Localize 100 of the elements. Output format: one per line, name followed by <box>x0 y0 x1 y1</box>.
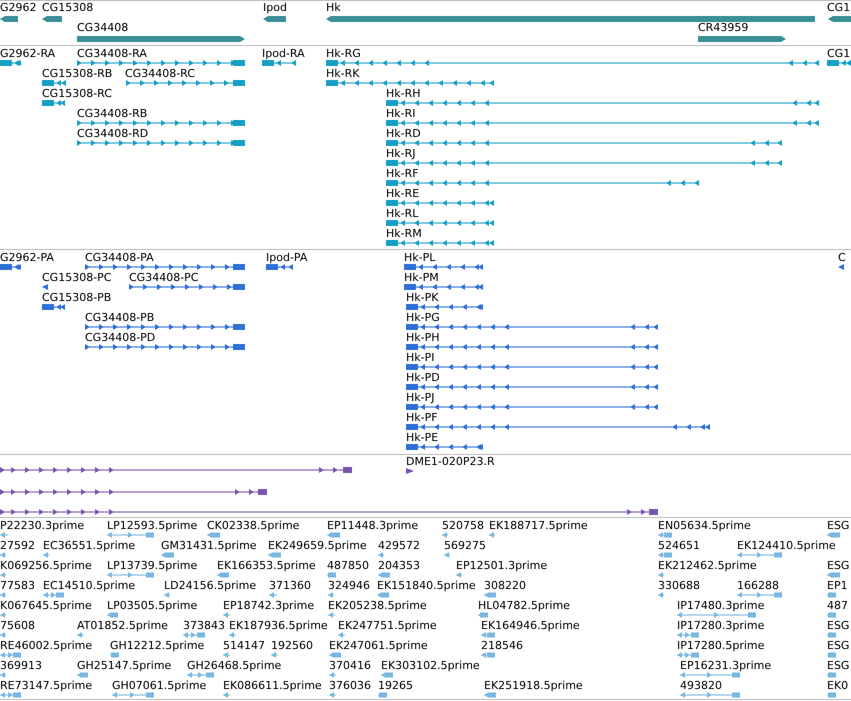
feature-label: CG34408-PD <box>85 331 156 344</box>
est-glyph <box>484 692 496 698</box>
feature-label: Ipod <box>263 1 287 14</box>
est-glyph <box>827 632 836 638</box>
feature-label: CG34408-RA <box>77 47 147 60</box>
feature-label: CG34408-RB <box>77 107 148 120</box>
feature-label: 75608 <box>0 619 35 632</box>
est-glyph <box>329 652 341 658</box>
est-glyph <box>207 532 220 538</box>
feature-label: 493820 <box>680 679 722 692</box>
est-glyph <box>489 532 495 538</box>
est-glyph <box>827 572 840 578</box>
est-glyph <box>478 612 488 618</box>
est-glyph <box>107 572 154 578</box>
est-glyph <box>680 692 740 698</box>
est-glyph <box>107 612 118 618</box>
feature-label: Hk-PM <box>404 271 439 284</box>
feature-label: Hk-PL <box>404 251 436 264</box>
feature-label: Hk-RJ <box>386 147 416 160</box>
est-glyph <box>827 592 836 598</box>
est-glyph <box>328 612 335 618</box>
est-glyph <box>77 672 88 678</box>
feature-label: 330688 <box>658 579 700 592</box>
feature-label: 308220 <box>484 579 526 592</box>
feature-label: 520758 <box>442 519 484 532</box>
feature-label: EK187936.5prime <box>229 619 328 632</box>
est-glyph <box>327 572 336 578</box>
feature-label: 218546 <box>481 639 523 652</box>
feature-label: EK205238.5prime <box>328 599 427 612</box>
feature-label: RE46002.5prime <box>0 639 92 652</box>
feature-label: P22230.3prime <box>0 519 84 532</box>
feature-label: ESG <box>827 559 850 572</box>
est-glyph <box>381 672 393 678</box>
est-glyph <box>378 692 387 698</box>
est-glyph <box>338 632 345 638</box>
feature-label: Hk-PD <box>406 371 440 384</box>
est-glyph <box>658 552 672 558</box>
est-glyph <box>481 652 495 658</box>
est-glyph <box>827 532 840 538</box>
est-glyph <box>658 532 672 538</box>
feature-label: GH26468.5prime <box>187 659 282 672</box>
feature-label: EP16231.3prime <box>680 659 772 672</box>
est-glyph <box>0 632 6 638</box>
est-glyph <box>444 552 450 558</box>
est-glyph <box>112 692 154 698</box>
feature-label: 487850 <box>327 559 369 572</box>
feature-label: EK166353.5prime <box>217 559 316 572</box>
feature-label: 514147 <box>223 639 265 652</box>
est-glyph <box>827 652 836 658</box>
feature-label: Ipod-PA <box>266 251 308 264</box>
feature-label: RE73147.5prime <box>0 679 92 692</box>
est-glyph <box>269 592 277 598</box>
est-glyph <box>680 672 740 678</box>
est-glyph <box>442 532 448 538</box>
feature-label: EP1 <box>827 579 848 592</box>
feature-label: 77583 <box>0 579 35 592</box>
est-glyph <box>164 592 170 598</box>
feature-label: CR43959 <box>698 21 748 34</box>
est-glyph <box>43 552 49 558</box>
feature-label: K069256.5prime <box>0 559 92 572</box>
est-glyph <box>737 592 782 598</box>
feature-label: 369913 <box>0 659 42 672</box>
feature-label: EK0 <box>827 679 848 692</box>
feature-label: 19265 <box>378 679 413 692</box>
feature-label: 569275 <box>444 539 486 552</box>
est-glyph <box>827 612 836 618</box>
feature-label: C <box>838 251 846 264</box>
est-glyph <box>329 692 336 698</box>
feature-label: CG15308 <box>42 1 94 14</box>
est-glyph <box>43 592 64 598</box>
feature-label: HL04782.5prime <box>478 599 570 612</box>
feature-label: Hk-PE <box>406 431 438 444</box>
est-glyph <box>271 652 278 658</box>
feature-label: EK188717.5prime <box>489 519 588 532</box>
est-glyph <box>658 592 664 598</box>
feature-label: 370416 <box>329 659 371 672</box>
feature-label: CK02338.5prime <box>207 519 300 532</box>
feature-label: EK164946.5prime <box>481 619 580 632</box>
feature-label: Hk-RF <box>386 167 419 180</box>
feature-label: Hk-PG <box>406 311 440 324</box>
feature-label: Hk <box>326 1 341 14</box>
est-glyph <box>223 692 230 698</box>
feature-label: 324946 <box>328 579 370 592</box>
est-glyph <box>677 632 699 638</box>
feature-label: EK086611.5prime <box>223 679 322 692</box>
feature-label: EK247061.5prime <box>329 639 428 652</box>
feature-label: EK251918.5prime <box>484 679 583 692</box>
feature-label: CG34408-PB <box>85 311 154 324</box>
feature-label: 487 <box>827 599 848 612</box>
feature-label: CG1 <box>827 1 850 14</box>
feature-label: CG1 <box>827 47 850 60</box>
est-glyph <box>481 632 495 638</box>
feature-label: CG34408-RC <box>125 67 195 80</box>
est-glyph <box>378 552 384 558</box>
feature-label: AT01852.5prime <box>77 619 168 632</box>
feature-label: ESG <box>827 519 850 532</box>
est-glyph <box>658 572 664 578</box>
feature-label: DME1-020P23.R <box>406 455 495 468</box>
est-glyph <box>107 532 154 538</box>
feature-label: G2962 <box>0 1 37 14</box>
